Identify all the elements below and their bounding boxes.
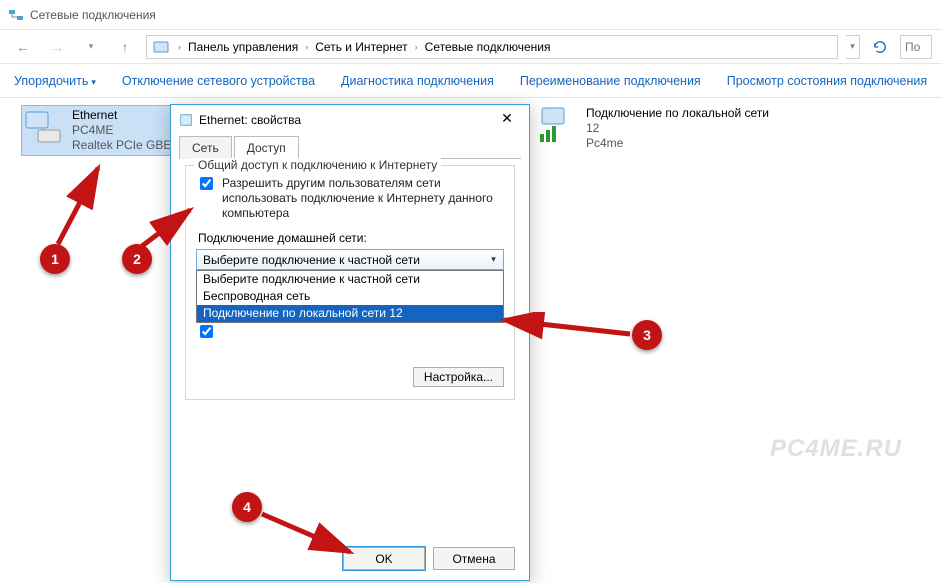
connection-device: Realtek PCIe GBE	[72, 138, 171, 153]
window-titlebar: Сетевые подключения	[0, 0, 942, 30]
nav-recent-button[interactable]: ▾	[78, 34, 104, 60]
dialog-tabs: Сеть Доступ	[179, 135, 521, 159]
cmd-disable-device[interactable]: Отключение сетевого устройства	[122, 74, 315, 88]
refresh-icon	[873, 40, 887, 54]
ethernet-adapter-icon	[24, 108, 64, 146]
ethernet-properties-dialog: Ethernet: свойства ✕ Сеть Доступ Общий д…	[170, 104, 530, 581]
allow-sharing-label: Разрешить другим пользователям сети испо…	[222, 176, 504, 221]
cmd-status[interactable]: Просмотр состояния подключения	[727, 74, 927, 88]
nav-forward-button[interactable]: →	[44, 34, 70, 60]
cmd-rename[interactable]: Переименование подключения	[520, 74, 701, 88]
cmd-diagnose[interactable]: Диагностика подключения	[341, 74, 494, 88]
chevron-down-icon: ▾	[91, 77, 96, 87]
combobox-selected-text: Выберите подключение к частной сети	[203, 253, 420, 267]
allow-sharing-checkbox-row[interactable]: Разрешить другим пользователям сети испо…	[196, 176, 504, 221]
tab-sharing[interactable]: Доступ	[234, 136, 299, 159]
window-title: Сетевые подключения	[30, 8, 156, 22]
crumb-control-panel[interactable]: Панель управления	[186, 40, 300, 54]
combobox-option-highlighted[interactable]: Подключение по локальной сети 12	[197, 305, 503, 322]
nav-back-button[interactable]: ←	[10, 34, 36, 60]
allow-control-checkbox[interactable]	[200, 325, 213, 338]
connection-device: Pc4me	[586, 136, 769, 151]
breadcrumb[interactable]: › Панель управления › Сеть и Интернет › …	[146, 35, 838, 59]
nav-up-button[interactable]: ↑	[112, 34, 138, 60]
cmd-organize[interactable]: Упорядочить▾	[14, 74, 96, 88]
dialog-title: Ethernet: свойства	[199, 113, 493, 127]
annotation-bubble-2: 2	[122, 244, 152, 274]
close-button[interactable]: ✕	[493, 110, 521, 130]
cancel-button[interactable]: Отмена	[433, 547, 515, 570]
network-icon	[8, 7, 24, 23]
connection-status: PC4ME	[72, 123, 171, 138]
combobox-selection[interactable]: Выберите подключение к частной сети ▾	[196, 249, 504, 270]
annotation-bubble-3: 3	[632, 320, 662, 350]
lan-adapter-icon	[538, 106, 578, 144]
dialog-titlebar[interactable]: Ethernet: свойства ✕	[171, 105, 529, 135]
allow-sharing-checkbox[interactable]	[200, 177, 213, 190]
adapter-icon	[179, 113, 193, 127]
combobox-option[interactable]: Беспроводная сеть	[197, 288, 503, 305]
annotation-bubble-1: 1	[40, 244, 70, 274]
sharing-group: Общий доступ к подключению к Интернету Р…	[185, 165, 515, 400]
chevron-right-icon: ›	[412, 42, 421, 52]
group-legend: Общий доступ к подключению к Интернету	[194, 158, 441, 172]
connection-name: Подключение по локальной сети	[586, 106, 769, 121]
combobox-dropdown: Выберите подключение к частной сети Бесп…	[196, 270, 504, 323]
command-bar: Упорядочить▾ Отключение сетевого устройс…	[0, 64, 942, 98]
allow-control-checkbox-row[interactable]	[196, 322, 504, 341]
crumb-net-internet[interactable]: Сеть и Интернет	[313, 40, 409, 54]
chevron-right-icon: ›	[175, 42, 184, 52]
connection-lan[interactable]: Подключение по локальной сети 12 Pc4me	[538, 106, 769, 151]
search-box[interactable]: По	[900, 35, 932, 59]
connection-ethernet[interactable]: Ethernet PC4ME Realtek PCIe GBE	[22, 106, 177, 155]
address-bar: ← → ▾ ↑ › Панель управления › Сеть и Инт…	[0, 30, 942, 64]
tab-network[interactable]: Сеть	[179, 136, 232, 159]
dialog-button-row: OK Отмена	[343, 547, 515, 570]
home-network-combobox[interactable]: Выберите подключение к частной сети ▾ Вы…	[196, 249, 504, 270]
connection-status: 12	[586, 121, 769, 136]
chevron-down-icon: ▾	[486, 252, 501, 267]
control-panel-icon	[153, 39, 169, 55]
connection-name: Ethernet	[72, 108, 171, 123]
crumb-connections[interactable]: Сетевые подключения	[423, 40, 553, 54]
annotation-bubble-4: 4	[232, 492, 262, 522]
watermark: PC4ME.RU	[770, 435, 902, 463]
home-network-label: Подключение домашней сети:	[198, 231, 504, 245]
combobox-option[interactable]: Выберите подключение к частной сети	[197, 271, 503, 288]
ok-button[interactable]: OK	[343, 547, 425, 570]
dialog-body: Общий доступ к подключению к Интернету Р…	[171, 159, 529, 410]
settings-button[interactable]: Настройка...	[413, 367, 504, 387]
refresh-button[interactable]	[868, 35, 892, 59]
chevron-right-icon: ›	[302, 42, 311, 52]
breadcrumb-dropdown[interactable]: ▾	[846, 35, 860, 59]
